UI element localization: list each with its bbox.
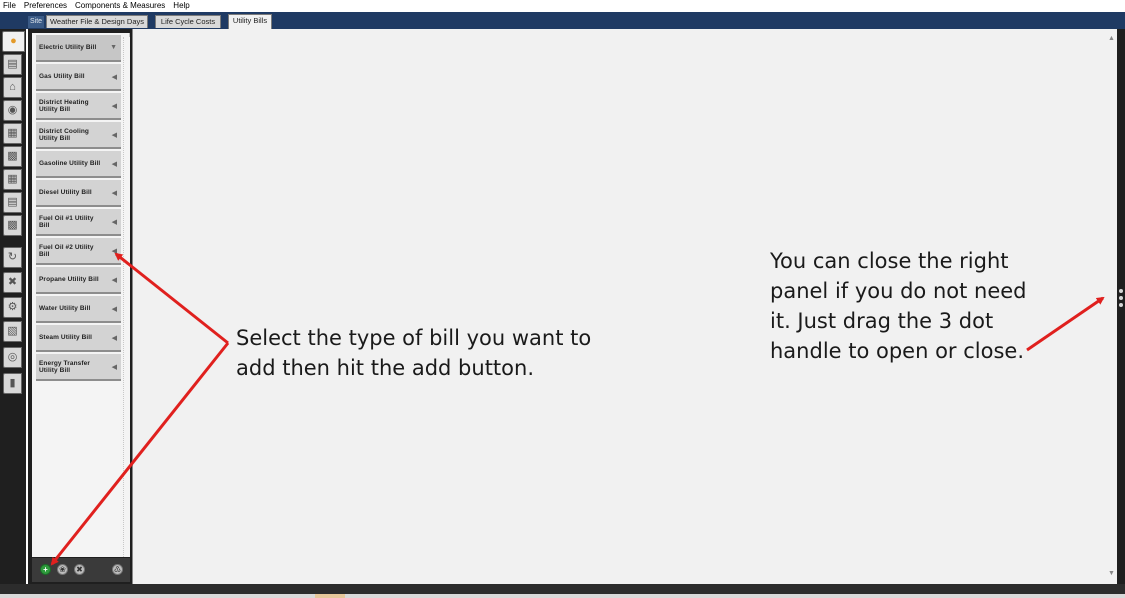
- home-icon: ●: [10, 35, 17, 47]
- nav-sphere[interactable]: ◉: [3, 100, 22, 121]
- bill-item-fuel-oil-1[interactable]: Fuel Oil #1 Utility Bill ◀: [36, 209, 121, 236]
- scroll-down-icon[interactable]: ▼: [1108, 570, 1115, 577]
- nav-cube-split[interactable]: ▧: [3, 321, 22, 342]
- three-dot-handle[interactable]: [1117, 287, 1125, 309]
- nav-building[interactable]: ▤: [3, 54, 22, 75]
- bill-list-scrollbar[interactable]: [123, 37, 130, 557]
- scroll-up-icon[interactable]: ▲: [1108, 35, 1115, 42]
- bill-item-gas[interactable]: Gas Utility Bill ◀: [36, 64, 121, 91]
- bill-item-electric[interactable]: Electric Utility Bill ▼: [36, 35, 121, 62]
- globe-icon: ◎: [7, 351, 18, 363]
- copy-button[interactable]: ❀: [57, 564, 68, 575]
- dot-icon: [1119, 289, 1123, 293]
- house-icon: ⌂: [9, 81, 16, 93]
- main-scrollbar[interactable]: ▲ ▼: [1104, 29, 1117, 584]
- chevron-left-icon: ◀: [111, 219, 117, 226]
- status-bar: [0, 584, 1125, 598]
- nav-thermal-zones[interactable]: ▦: [3, 169, 22, 190]
- chevron-left-icon: ◀: [111, 306, 117, 313]
- chevron-left-icon: ◀: [111, 335, 117, 342]
- cube-split-icon: ▧: [7, 325, 18, 337]
- menu-components-measures[interactable]: Components & Measures: [75, 0, 165, 12]
- nav-spaces[interactable]: ▩: [3, 146, 22, 167]
- menu-file[interactable]: File: [3, 0, 16, 12]
- nav-settings[interactable]: ⚙: [3, 297, 22, 318]
- annotation-left-line-2: add then hit the add button.: [236, 356, 534, 380]
- nav-tools[interactable]: ✖: [3, 272, 22, 293]
- nav-cube[interactable]: ▦: [3, 123, 22, 144]
- status-strip: [0, 594, 1125, 598]
- bill-item-district-heating[interactable]: District Heating Utility Bill ◀: [36, 93, 121, 120]
- chevron-left-icon: ◀: [111, 190, 117, 197]
- menu-help[interactable]: Help: [173, 0, 189, 12]
- annotation-right-line-3: it. Just drag the 3 dot: [770, 309, 994, 333]
- annotation-right: You can close the right panel if you do …: [770, 246, 1027, 366]
- annotation-right-line-2: panel if you do not need: [770, 279, 1027, 303]
- chevron-left-icon: ◀: [111, 103, 117, 110]
- nav-loops[interactable]: ↻: [3, 247, 22, 268]
- tools-icon: ✖: [7, 276, 18, 288]
- nav-house[interactable]: ⌂: [3, 77, 22, 98]
- right-panel-edge: [1117, 29, 1125, 584]
- left-nav-strip: ● ▤ ⌂ ◉ ▦ ▩ ▦ ▤ ▩ ↻ ✖ ⚙ ▧ ◎ ▮: [0, 29, 26, 584]
- chevron-left-icon: ◀: [111, 74, 117, 81]
- nav-results[interactable]: ▮: [3, 373, 22, 394]
- nav-layers[interactable]: ▩: [3, 215, 22, 236]
- annotation-right-line-1: You can close the right: [770, 249, 1009, 273]
- dot-icon: [1119, 303, 1123, 307]
- annotation-right-line-4: handle to open or close.: [770, 339, 1025, 363]
- spaces-icon: ▩: [7, 150, 18, 162]
- purge-button[interactable]: ♳: [112, 564, 123, 575]
- tab-utility-bills[interactable]: Utility Bills: [228, 14, 272, 29]
- gear-icon: ⚙: [7, 301, 18, 313]
- bill-item-water[interactable]: Water Utility Bill ◀: [36, 296, 121, 323]
- bill-item-district-cooling[interactable]: District Cooling Utility Bill ◀: [36, 122, 121, 149]
- cube-icon: ▦: [7, 127, 18, 139]
- annotation-left-line-1: Select the type of bill you want to: [236, 326, 592, 350]
- chevron-down-icon: ▼: [110, 44, 117, 51]
- tab-site[interactable]: Site: [28, 16, 44, 28]
- nav-globe[interactable]: ◎: [3, 347, 22, 368]
- bill-item-fuel-oil-2[interactable]: Fuel Oil #2 Utility Bill ◀: [36, 238, 121, 265]
- nav-home[interactable]: ●: [2, 31, 25, 52]
- bill-item-propane[interactable]: Propane Utility Bill ◀: [36, 267, 121, 294]
- chevron-left-icon: ◀: [111, 161, 117, 168]
- bill-type-list: Electric Utility Bill ▼ Gas Utility Bill ◀…: [32, 33, 130, 557]
- annotation-left: Select the type of bill you want to add …: [236, 323, 591, 383]
- remove-button[interactable]: ✖: [74, 564, 85, 575]
- stack-icon: ▤: [7, 196, 18, 208]
- chevron-left-icon: ◀: [111, 277, 117, 284]
- sphere-icon: ◉: [7, 104, 18, 116]
- tab-weather-file[interactable]: Weather File & Design Days: [46, 15, 148, 28]
- chevron-left-icon: ◀: [111, 364, 117, 371]
- bill-item-energy-transfer[interactable]: Energy Transfer Utility Bill ◀: [36, 354, 121, 381]
- bill-item-gasoline[interactable]: Gasoline Utility Bill ◀: [36, 151, 121, 178]
- building-icon: ▤: [7, 58, 18, 70]
- tab-life-cycle-costs[interactable]: Life Cycle Costs: [155, 15, 221, 28]
- bill-item-steam[interactable]: Steam Utility Bill ◀: [36, 325, 121, 352]
- loop-icon: ↻: [7, 251, 18, 263]
- menu-bar: File Preferences Components & Measures H…: [0, 0, 1125, 12]
- chevron-left-icon: ◀: [111, 248, 117, 255]
- thermal-zone-icon: ▦: [7, 173, 18, 185]
- status-segment: [315, 594, 345, 598]
- menu-preferences[interactable]: Preferences: [24, 0, 67, 12]
- dot-icon: [1119, 296, 1123, 300]
- add-button[interactable]: +: [40, 564, 51, 575]
- tab-bar: Site Weather File & Design Days Life Cyc…: [0, 12, 1125, 29]
- bill-type-panel: Electric Utility Bill ▼ Gas Utility Bill ◀…: [28, 29, 132, 584]
- nav-stack[interactable]: ▤: [3, 192, 22, 213]
- bill-actions-bar: + ❀ ✖ ♳: [32, 558, 130, 582]
- chevron-left-icon: ◀: [111, 132, 117, 139]
- bill-item-diesel[interactable]: Diesel Utility Bill ◀: [36, 180, 121, 207]
- layers-icon: ▩: [7, 219, 18, 231]
- bar-chart-icon: ▮: [9, 377, 16, 389]
